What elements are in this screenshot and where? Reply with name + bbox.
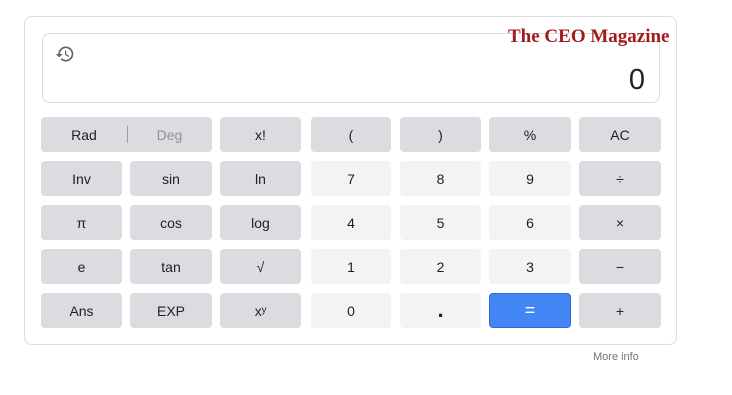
tan-button[interactable]: tan	[130, 249, 212, 284]
factorial-button[interactable]: x!	[220, 117, 301, 152]
digit-3-button[interactable]: 3	[489, 249, 571, 284]
exponent-button[interactable]: EXP	[130, 293, 212, 328]
digit-1-button[interactable]: 1	[311, 249, 391, 284]
power-button[interactable]: xʸ	[220, 293, 301, 328]
history-icon[interactable]	[55, 44, 75, 64]
inverse-button[interactable]: Inv	[41, 161, 122, 196]
close-paren-button[interactable]: )	[400, 117, 481, 152]
digit-7-button[interactable]: 7	[311, 161, 391, 196]
digit-8-button[interactable]: 8	[400, 161, 481, 196]
digit-4-button[interactable]: 4	[311, 205, 391, 240]
ln-button[interactable]: ln	[220, 161, 301, 196]
digit-6-button[interactable]: 6	[489, 205, 571, 240]
minus-button[interactable]: −	[579, 249, 661, 284]
rad-button[interactable]: Rad	[41, 117, 127, 152]
square-root-button[interactable]: √	[220, 249, 301, 284]
digit-0-button[interactable]: 0	[311, 293, 391, 328]
all-clear-button[interactable]: AC	[579, 117, 661, 152]
digit-2-button[interactable]: 2	[400, 249, 481, 284]
equals-button[interactable]: =	[489, 293, 571, 328]
answer-button[interactable]: Ans	[41, 293, 122, 328]
open-paren-button[interactable]: (	[311, 117, 391, 152]
pi-button[interactable]: π	[41, 205, 122, 240]
angle-toggle[interactable]: Rad Deg	[41, 117, 212, 152]
result-value: 0	[628, 64, 645, 96]
plus-button[interactable]: +	[579, 293, 661, 328]
percent-button[interactable]: %	[489, 117, 571, 152]
log-button[interactable]: log	[220, 205, 301, 240]
divide-button[interactable]: ÷	[579, 161, 661, 196]
digit-5-button[interactable]: 5	[400, 205, 481, 240]
watermark-text: The CEO Magazine	[508, 26, 670, 47]
cos-button[interactable]: cos	[130, 205, 212, 240]
sin-button[interactable]: sin	[130, 161, 212, 196]
deg-button[interactable]: Deg	[127, 117, 212, 152]
more-info-link[interactable]: More info	[593, 351, 639, 363]
decimal-point-button[interactable]: .	[400, 293, 481, 328]
multiply-button[interactable]: ×	[579, 205, 661, 240]
digit-9-button[interactable]: 9	[489, 161, 571, 196]
e-constant-button[interactable]: e	[41, 249, 122, 284]
